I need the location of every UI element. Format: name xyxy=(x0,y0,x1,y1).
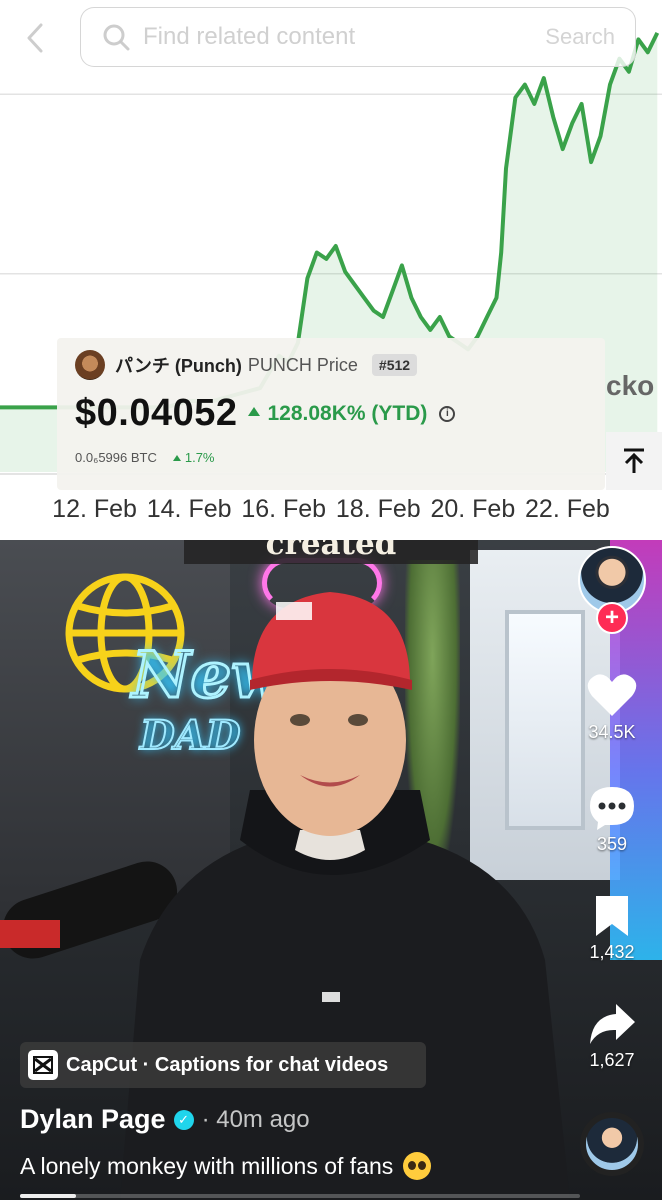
chevron-left-icon xyxy=(27,23,43,53)
author-name[interactable]: Dylan Page xyxy=(20,1104,166,1135)
chart-x-tick-label: 16. Feb xyxy=(241,495,326,523)
coin-name: パンチ (Punch) xyxy=(115,356,242,376)
coin-price-card: パンチ (Punch) PUNCH Price #512 $0.04052 12… xyxy=(57,338,605,490)
like-button[interactable]: 34.5K xyxy=(574,672,650,743)
btc-change-value: 1.7% xyxy=(184,450,215,465)
video-progress-fill xyxy=(20,1194,76,1198)
search-input[interactable]: Find related content xyxy=(143,23,545,51)
verified-icon: ✓ xyxy=(173,1109,194,1130)
up-arrow-icon xyxy=(247,407,260,417)
share-button[interactable]: 1,627 xyxy=(574,1002,650,1071)
pleading-face-emoji-icon xyxy=(403,1152,432,1180)
capcut-label: CapCut · Captions for chat videos xyxy=(66,1053,389,1076)
coin-price: $0.04052 xyxy=(75,392,238,434)
search-bar[interactable]: Find related content Search xyxy=(80,7,636,67)
bookmark-icon xyxy=(596,896,628,936)
video-progress-bar[interactable] xyxy=(20,1194,580,1198)
coin-header: パンチ (Punch) PUNCH Price #512 xyxy=(75,350,418,380)
video-caption-overlay: created xyxy=(184,540,478,564)
comment-icon xyxy=(590,787,634,830)
save-button[interactable]: 1,432 xyxy=(574,894,650,963)
back-button[interactable] xyxy=(20,18,50,58)
price-row: $0.04052 128.08K% (YTD) i xyxy=(75,392,456,435)
crypto-chart-screenshot: 12. Feb 14. Feb 16. Feb 18. Feb 20. Feb 22. F… xyxy=(0,0,662,540)
music-disc-avatar[interactable] xyxy=(580,1112,644,1176)
chart-x-tick-label: 14. Feb xyxy=(147,495,232,523)
comment-count: 359 xyxy=(596,834,628,854)
chart-x-tick-label: 18. Feb xyxy=(336,495,421,523)
partial-logo-text: cko xyxy=(606,370,655,401)
coin-rank-badge: #512 xyxy=(371,354,418,376)
follow-button[interactable]: + xyxy=(596,602,628,634)
post-time: · 40m ago xyxy=(201,1105,310,1133)
chart-x-tick-label: 12. Feb xyxy=(52,495,137,523)
search-button[interactable]: Search xyxy=(545,24,615,50)
btc-price: 0.0₆5996 BTC xyxy=(75,450,157,465)
video-description-row: A lonely monkey with millions of fans xyxy=(20,1152,432,1180)
arrow-up-to-top-icon xyxy=(624,448,644,473)
btc-change: 1.7% xyxy=(172,450,215,465)
capcut-icon xyxy=(28,1050,58,1080)
save-count: 1,432 xyxy=(589,942,635,962)
comment-button[interactable]: 359 xyxy=(574,784,650,855)
price-change-value: 128.08K% (YTD) xyxy=(267,401,428,425)
search-icon xyxy=(101,22,131,52)
heart-icon xyxy=(587,674,637,716)
info-icon[interactable]: i xyxy=(439,405,456,422)
chart-x-tick-label: 22. Feb xyxy=(525,495,610,523)
price-change: 128.08K% (YTD) xyxy=(247,401,428,426)
like-count: 34.5K xyxy=(588,722,636,742)
share-count: 1,627 xyxy=(589,1050,635,1070)
video-description: A lonely monkey with millions of fans xyxy=(20,1152,394,1179)
author-row: Dylan Page ✓ · 40m ago xyxy=(20,1104,310,1135)
video-caption-text: created xyxy=(265,540,397,562)
presenter-figure xyxy=(0,592,570,1200)
coin-subtitle: PUNCH Price xyxy=(247,354,358,375)
coin-avatar xyxy=(75,350,105,380)
share-arrow-icon xyxy=(590,1004,635,1044)
video-player[interactable]: New DAD created + 34.5K 359 1,432 1,627 … xyxy=(0,540,662,1200)
up-arrow-icon xyxy=(172,454,181,461)
btc-row: 0.0₆5996 BTC 1.7% xyxy=(75,450,215,465)
chart-x-tick-label: 20. Feb xyxy=(430,495,515,523)
capcut-anchor[interactable]: CapCut · Captions for chat videos xyxy=(20,1042,426,1088)
scroll-to-top-button[interactable] xyxy=(606,432,662,490)
